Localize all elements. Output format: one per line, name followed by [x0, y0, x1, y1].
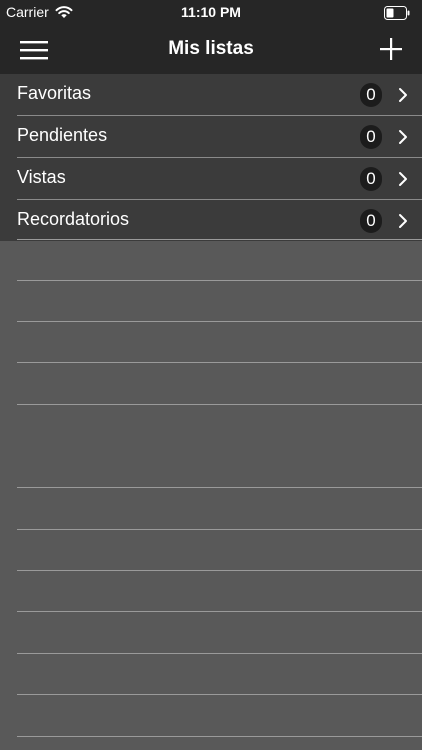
chevron-right-icon [399, 172, 407, 186]
count-badge: 0 [360, 83, 382, 107]
count-badge: 0 [360, 209, 382, 233]
row-separator [17, 736, 422, 737]
chevron-right-icon [399, 214, 407, 228]
status-bar: Carrier 11:10 PM [0, 0, 422, 26]
chevron-right-icon [399, 130, 407, 144]
battery-icon [384, 6, 410, 20]
row-separator [17, 694, 422, 695]
list-row-pendientes[interactable]: Pendientes 0 [17, 116, 422, 158]
row-separator [17, 570, 422, 571]
row-separator [17, 653, 422, 654]
row-separator [17, 487, 422, 488]
status-time: 11:10 PM [181, 4, 241, 20]
list-row-recordatorios[interactable]: Recordatorios 0 [17, 200, 422, 241]
page-title: Mis listas [168, 38, 254, 59]
navigation-bar: Mis listas [0, 26, 422, 74]
row-separator [17, 239, 422, 240]
list-row-label: Pendientes [17, 125, 108, 145]
row-separator [17, 611, 422, 612]
empty-table-area [0, 239, 422, 750]
screen: Carrier 11:10 PM Mis listas Favoritas 0 … [0, 0, 422, 750]
lists-table: Favoritas 0 Pendientes 0 Vistas 0 Record… [0, 74, 422, 241]
count-badge: 0 [360, 167, 382, 191]
row-separator [17, 362, 422, 363]
list-row-favoritas[interactable]: Favoritas 0 [17, 74, 422, 116]
list-row-vistas[interactable]: Vistas 0 [17, 158, 422, 200]
plus-icon[interactable] [378, 36, 404, 62]
row-separator [17, 404, 422, 405]
list-row-label: Favoritas [17, 83, 92, 103]
row-separator [17, 280, 422, 281]
count-badge: 0 [360, 125, 382, 149]
list-row-label: Recordatorios [17, 209, 130, 229]
row-separator [17, 321, 422, 322]
row-separator [17, 529, 422, 530]
list-row-label: Vistas [17, 167, 66, 187]
chevron-right-icon [399, 88, 407, 102]
